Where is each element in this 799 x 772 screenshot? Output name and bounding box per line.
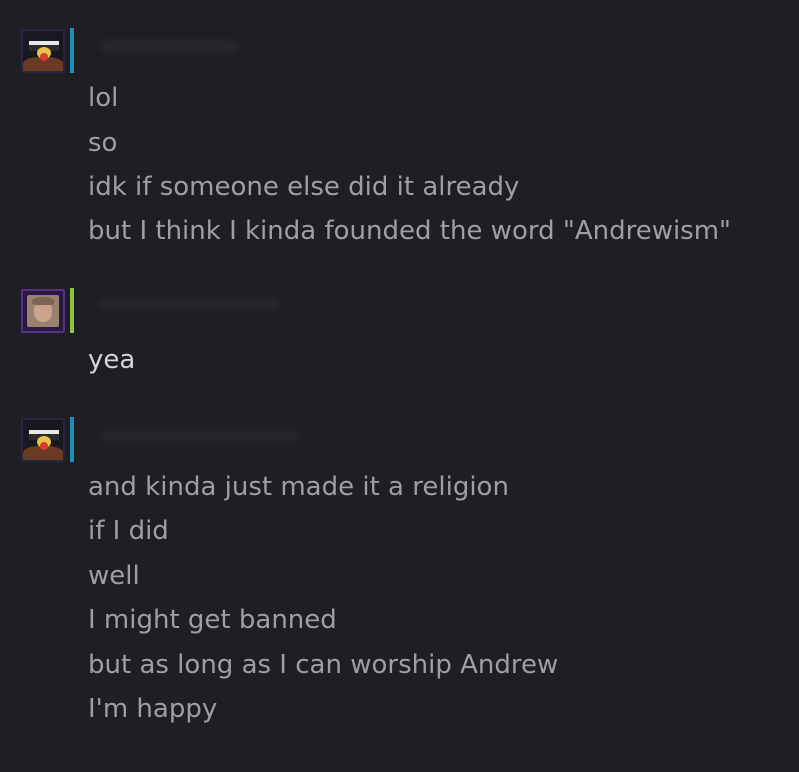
- redacted-username: [100, 298, 280, 310]
- message-line: and kinda just made it a religion: [88, 472, 509, 502]
- message-line: lol: [88, 83, 119, 113]
- status-indicator: [70, 28, 74, 73]
- message-line: so: [88, 128, 118, 158]
- status-indicator: [70, 417, 74, 462]
- message-line: if I did: [88, 516, 169, 546]
- chat-log: lol so idk if someone else did it alread…: [0, 0, 799, 772]
- redacted-username: [100, 430, 300, 442]
- message-line: but I think I kinda founded the word "An…: [88, 216, 732, 246]
- message-line: I'm happy: [88, 694, 218, 724]
- user-avatar-flag-icon[interactable]: [21, 418, 65, 462]
- message-line: but as long as I can worship Andrew: [88, 650, 559, 680]
- user-avatar-flag-icon[interactable]: [21, 29, 65, 73]
- user-avatar-portrait-icon[interactable]: [21, 289, 65, 333]
- message-line: yea: [88, 345, 136, 375]
- message-line: well: [88, 561, 140, 591]
- status-indicator: [70, 288, 74, 333]
- message-line: idk if someone else did it already: [88, 172, 520, 202]
- message-line: I might get banned: [88, 605, 337, 635]
- redacted-username: [100, 40, 240, 52]
